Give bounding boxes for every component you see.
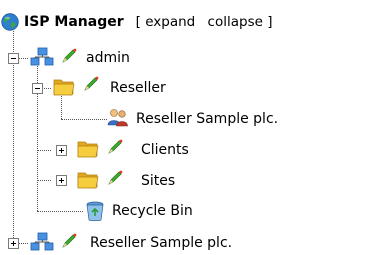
bracket-open: [: [135, 14, 141, 30]
tree-connector-line: [37, 211, 83, 212]
tree-node-reseller-sample[interactable]: Reseller Sample plc.: [136, 107, 278, 131]
collapse-toggle-reseller[interactable]: [32, 83, 43, 94]
tree-connector-line: [37, 180, 51, 181]
tree-node-label[interactable]: Reseller Sample plc.: [90, 234, 232, 252]
edit-pencil-icon[interactable]: [106, 138, 124, 156]
isp-manager-tree: ISP Manager [ expand collapse ] admin Re…: [0, 0, 374, 255]
tree-connector-line: [61, 119, 107, 120]
tree-node-label[interactable]: Reseller: [110, 79, 166, 97]
folder-icon[interactable]: [76, 137, 100, 159]
collapse-toggle-admin[interactable]: [8, 53, 19, 64]
tree-node-label[interactable]: Clients: [141, 141, 189, 159]
app-title: ISP Manager: [24, 14, 124, 30]
tree-node-admin[interactable]: admin: [86, 46, 130, 70]
bracket-close: ]: [267, 14, 273, 30]
users-group-icon[interactable]: [106, 107, 130, 127]
tree-node-clients[interactable]: Clients: [141, 138, 189, 162]
folder-icon[interactable]: [76, 168, 100, 190]
tree-node-label[interactable]: Recycle Bin: [112, 202, 193, 220]
expand-toggle-clients[interactable]: [56, 145, 67, 156]
expand-toggle-reseller-sample[interactable]: [8, 238, 19, 249]
recycle-bin-icon[interactable]: [84, 200, 106, 222]
edit-pencil-icon[interactable]: [60, 232, 78, 250]
tree-node-recycle-bin[interactable]: Recycle Bin: [112, 199, 193, 223]
edit-pencil-icon[interactable]: [82, 75, 100, 93]
tree-node-label[interactable]: admin: [86, 49, 130, 67]
expand-collapse-links: [ expand collapse ]: [136, 13, 273, 31]
tree-connector-line: [37, 150, 51, 151]
server-network-icon[interactable]: [30, 47, 54, 67]
collapse-all-link[interactable]: collapse: [208, 14, 263, 30]
edit-pencil-icon[interactable]: [106, 169, 124, 187]
server-network-icon[interactable]: [30, 232, 54, 252]
tree-node-label[interactable]: Sites: [141, 172, 175, 190]
tree-connector-line: [18, 58, 28, 59]
expand-toggle-sites[interactable]: [56, 175, 67, 186]
tree-node-reseller-sample-top[interactable]: Reseller Sample plc.: [90, 231, 232, 255]
tree-node-label[interactable]: Reseller Sample plc.: [136, 110, 278, 128]
edit-pencil-icon[interactable]: [60, 47, 78, 65]
root-title-row: ISP Manager [ expand collapse ]: [24, 10, 273, 34]
expand-all-link[interactable]: expand: [145, 14, 195, 30]
tree-connector-line: [18, 243, 28, 244]
tree-node-sites[interactable]: Sites: [141, 169, 175, 193]
folder-icon[interactable]: [52, 75, 76, 97]
globe-icon: [1, 13, 19, 31]
tree-node-reseller[interactable]: Reseller: [110, 76, 166, 100]
